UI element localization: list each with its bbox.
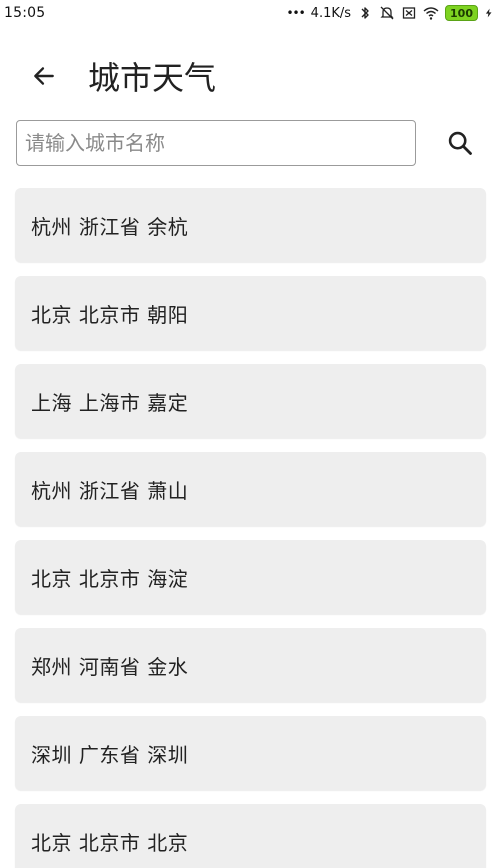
city-list: 杭州 浙江省 余杭 北京 北京市 朝阳 上海 上海市 嘉定 杭州 浙江省 萧山 … (15, 188, 486, 868)
city-item-label: 上海 上海市 嘉定 (31, 390, 189, 415)
status-time: 15:05 (4, 5, 46, 21)
city-item-label: 北京 北京市 朝阳 (31, 302, 189, 327)
city-search-input[interactable] (16, 120, 416, 166)
mute-icon (380, 6, 394, 20)
search-icon (448, 131, 472, 155)
city-item-label: 深圳 广东省 深圳 (31, 742, 189, 767)
wifi-icon (423, 7, 439, 20)
city-item-label: 郑州 河南省 金水 (31, 654, 189, 679)
city-item-label: 杭州 浙江省 萧山 (31, 478, 189, 503)
city-list-item[interactable]: 郑州 河南省 金水 (15, 628, 486, 702)
city-item-label: 北京 北京市 北京 (31, 830, 189, 855)
network-speed: 4.1K/s (310, 5, 352, 21)
back-arrow-icon (34, 67, 54, 85)
charging-icon (485, 8, 492, 18)
screen: 15:05 ••• 4.1K/s 100 城市天气 请输入城市名称 杭州 浙江省… (0, 0, 500, 868)
sim-icon (402, 7, 416, 19)
bluetooth-icon (361, 7, 369, 19)
search-row (16, 120, 484, 166)
city-list-item[interactable]: 深圳 广东省 深圳 (15, 716, 486, 790)
dots-icon: ••• (286, 6, 305, 20)
page-title: 城市天气 (88, 59, 217, 97)
city-list-item[interactable]: 北京 北京市 北京 (15, 804, 486, 868)
city-list-item[interactable]: 上海 上海市 嘉定 (15, 364, 486, 438)
back-button[interactable] (20, 52, 68, 100)
status-bar: 15:05 ••• 4.1K/s 100 (0, 0, 500, 26)
app-header: 城市天气 (0, 48, 500, 104)
status-icons: ••• 4.1K/s 100 (286, 5, 494, 21)
city-list-item[interactable]: 北京 北京市 朝阳 (15, 276, 486, 350)
city-list-item[interactable]: 北京 北京市 海淀 (15, 540, 486, 614)
city-list-item[interactable]: 杭州 浙江省 萧山 (15, 452, 486, 526)
city-list-item[interactable]: 杭州 浙江省 余杭 (15, 188, 486, 262)
battery-icon: 100 (445, 5, 478, 21)
search-button[interactable] (440, 120, 480, 166)
city-item-label: 北京 北京市 海淀 (31, 566, 189, 591)
city-item-label: 杭州 浙江省 余杭 (31, 214, 189, 239)
